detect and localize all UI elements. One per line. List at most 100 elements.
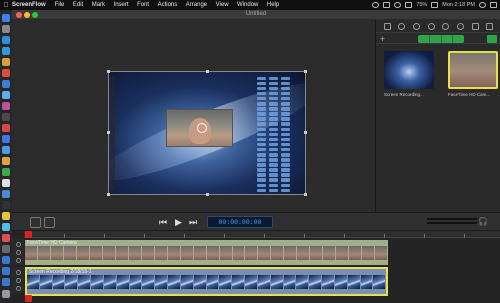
window-titlebar: Untitled: [12, 10, 500, 20]
rotate-handle-icon[interactable]: [197, 123, 207, 133]
callout-properties-icon[interactable]: [427, 22, 435, 30]
track-audio-icon[interactable]: [15, 286, 21, 291]
crop-tool-icon[interactable]: [30, 217, 41, 228]
app-icon[interactable]: [2, 146, 10, 154]
camera-icon[interactable]: [2, 113, 10, 121]
launchpad-icon[interactable]: [2, 25, 10, 33]
media-item[interactable]: FaceTime HD Cam...: [448, 51, 498, 97]
menu-item-font[interactable]: Font: [137, 2, 149, 8]
screen-recording-properties-icon[interactable]: [413, 22, 421, 30]
rewind-icon[interactable]: ⏮: [159, 216, 167, 228]
app-icon[interactable]: [2, 245, 10, 253]
app-icon[interactable]: [2, 190, 10, 198]
app-icon[interactable]: [2, 256, 10, 264]
app-icon[interactable]: [2, 212, 10, 220]
mail-icon[interactable]: [2, 47, 10, 55]
timeline-clip-selected[interactable]: Screen Recording 2/18/15-1: [25, 267, 388, 296]
resize-handle[interactable]: [206, 193, 209, 196]
trash-icon[interactable]: [2, 290, 10, 298]
messages-icon[interactable]: [2, 91, 10, 99]
folder-icon[interactable]: [2, 278, 10, 286]
track-visibility-icon[interactable]: [15, 250, 21, 255]
apple-icon[interactable]: : [0, 2, 12, 9]
headphones-icon[interactable]: 🎧: [478, 216, 488, 228]
touch-properties-icon[interactable]: [442, 22, 450, 30]
filter-recordings-icon[interactable]: [418, 35, 430, 43]
terminal-icon[interactable]: [2, 201, 10, 209]
app-icon[interactable]: [2, 223, 10, 231]
safari-icon[interactable]: [2, 36, 10, 44]
timeline-clip[interactable]: FaceTime HD Camera: [25, 240, 388, 265]
menu-item-file[interactable]: File: [55, 2, 65, 8]
itunes-icon[interactable]: [2, 102, 10, 110]
playhead[interactable]: [25, 231, 32, 238]
folder-icon[interactable]: [2, 267, 10, 275]
battery-icon[interactable]: [431, 2, 439, 8]
timecode: 00:00:00: [218, 219, 250, 226]
finder-icon[interactable]: [2, 14, 10, 22]
recording-icon[interactable]: [372, 2, 380, 8]
text-properties-icon[interactable]: [471, 22, 479, 30]
annotations-icon[interactable]: [456, 22, 464, 30]
menu-item-insert[interactable]: Insert: [114, 2, 129, 8]
canvas-facetime-overlay[interactable]: [166, 109, 233, 147]
menu-item-edit[interactable]: Edit: [73, 2, 83, 8]
display-icon[interactable]: [383, 2, 391, 8]
track-lock-icon[interactable]: [15, 270, 21, 275]
menu-item-actions[interactable]: Actions: [158, 2, 178, 8]
menu-item-view[interactable]: View: [216, 2, 229, 8]
calendar-icon[interactable]: [2, 124, 10, 132]
play-icon[interactable]: ▶: [175, 216, 182, 228]
menu-item-arrange[interactable]: Arrange: [186, 2, 207, 8]
media-item[interactable]: Screen Recording...: [384, 51, 434, 97]
app-store-icon[interactable]: [2, 80, 10, 88]
menu-item-window[interactable]: Window: [237, 2, 258, 8]
add-media-icon[interactable]: +: [380, 33, 385, 45]
resize-handle[interactable]: [107, 131, 110, 134]
menu-bar:  ScreenFlow File Edit Mark Insert Font …: [0, 0, 500, 10]
filter-images-icon[interactable]: [429, 35, 442, 43]
track-lock-icon[interactable]: [15, 242, 21, 247]
clock[interactable]: Mon 2:18 PM: [442, 2, 475, 8]
app-icon[interactable]: [2, 157, 10, 165]
zoom-tool-icon[interactable]: [44, 217, 55, 228]
timeline[interactable]: FaceTime HD Camera Screen Recording 2/18…: [12, 231, 500, 303]
track-visibility-icon[interactable]: [15, 278, 21, 283]
app-icon[interactable]: [2, 168, 10, 176]
menu-item-help[interactable]: Help: [267, 2, 279, 8]
video-properties-icon[interactable]: [383, 22, 391, 30]
menu-item-mark[interactable]: Mark: [92, 2, 105, 8]
track-controls: [12, 267, 24, 293]
media-library-icon[interactable]: [486, 22, 494, 30]
grid-view-icon[interactable]: [487, 35, 497, 43]
resize-handle[interactable]: [304, 193, 307, 196]
playhead-marker[interactable]: [25, 295, 32, 302]
inspector-toolbar: [376, 20, 500, 32]
volume-icon[interactable]: [405, 2, 413, 8]
battery-percent[interactable]: 75%: [416, 2, 427, 8]
chrome-icon[interactable]: [2, 69, 10, 77]
contacts-icon[interactable]: [2, 58, 10, 66]
resize-handle[interactable]: [107, 70, 110, 73]
canvas-screen-recording[interactable]: [108, 71, 306, 195]
timecode-frames: 00: [253, 219, 262, 226]
wifi-icon[interactable]: [394, 2, 402, 8]
resize-handle[interactable]: [206, 70, 209, 73]
track-audio-icon[interactable]: [15, 258, 21, 263]
app-icon[interactable]: [2, 135, 10, 143]
filter-video-icon[interactable]: [453, 35, 464, 43]
timeline-ruler[interactable]: [24, 231, 500, 238]
transport-bar: ⏮ ▶ ⏭ 00:00:00:00 🎧: [12, 212, 500, 231]
app-icon[interactable]: [2, 179, 10, 187]
filter-audio-icon[interactable]: [441, 35, 454, 43]
spotlight-icon[interactable]: [479, 2, 486, 8]
fast-forward-icon[interactable]: ⏭: [189, 216, 197, 228]
audio-properties-icon[interactable]: [398, 22, 406, 30]
resize-handle[interactable]: [304, 131, 307, 134]
canvas-area[interactable]: [12, 20, 375, 212]
resize-handle[interactable]: [107, 193, 110, 196]
notification-center-icon[interactable]: [490, 2, 497, 8]
app-icon[interactable]: [2, 234, 10, 242]
resize-handle[interactable]: [304, 70, 307, 73]
menu-app-name[interactable]: ScreenFlow: [12, 2, 46, 8]
